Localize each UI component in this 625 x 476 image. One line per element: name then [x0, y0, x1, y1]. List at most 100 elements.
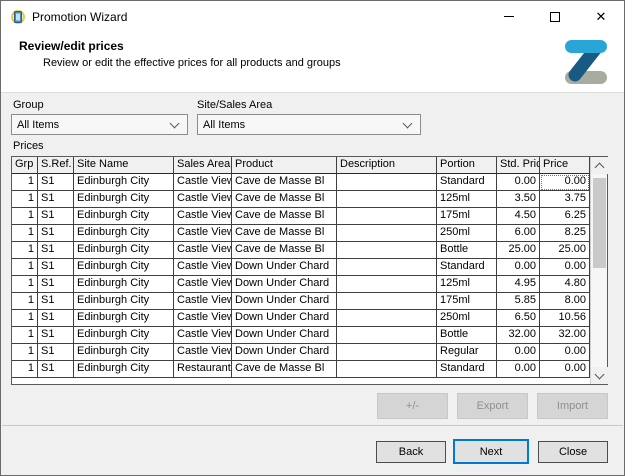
grid-cell-description[interactable] — [337, 191, 437, 208]
grid-cell-std-price[interactable]: 6.00 — [497, 225, 540, 242]
grid-cell-description[interactable] — [337, 310, 437, 327]
grid-cell-grp[interactable]: 1 — [12, 310, 38, 327]
grid-cell-grp[interactable]: 1 — [12, 361, 38, 378]
grid-cell-grp[interactable]: 1 — [12, 327, 38, 344]
grid-cell-product[interactable]: Down Under Chard — [232, 310, 337, 327]
maximize-button[interactable] — [532, 1, 578, 32]
grid-cell-product[interactable]: Cave de Masse Bl — [232, 225, 337, 242]
column-header-portion[interactable]: Portion — [437, 157, 497, 174]
scroll-up-button[interactable] — [591, 157, 608, 174]
grid-cell-sales-area[interactable]: Castle View — [174, 174, 232, 191]
grid-cell-site-name[interactable]: Edinburgh City — [74, 225, 174, 242]
grid-cell-price[interactable]: 4.80 — [540, 276, 590, 293]
grid-cell-grp[interactable]: 1 — [12, 225, 38, 242]
grid-cell-std-price[interactable]: 0.00 — [497, 344, 540, 361]
grid-cell-sales-area[interactable]: Castle View — [174, 208, 232, 225]
grid-cell-grp[interactable]: 1 — [12, 191, 38, 208]
grid-cell-grp[interactable]: 1 — [12, 276, 38, 293]
grid-cell-s-ref[interactable]: S1 — [38, 174, 74, 191]
grid-cell-description[interactable] — [337, 174, 437, 191]
grid-cell-s-ref[interactable]: S1 — [38, 225, 74, 242]
grid-cell-sales-area[interactable]: Castle View — [174, 344, 232, 361]
grid-cell-price[interactable]: 3.75 — [540, 191, 590, 208]
grid-cell-sales-area[interactable]: Castle View — [174, 310, 232, 327]
grid-cell-price[interactable]: 0.00 — [540, 361, 590, 378]
grid-cell-price[interactable]: 8.00 — [540, 293, 590, 310]
grid-cell-description[interactable] — [337, 276, 437, 293]
grid-cell-price[interactable]: 0.00 — [540, 174, 590, 191]
grid-cell-s-ref[interactable]: S1 — [38, 293, 74, 310]
grid-cell-portion[interactable]: 175ml — [437, 293, 497, 310]
close-dialog-button[interactable]: Close — [538, 441, 608, 463]
grid-cell-site-name[interactable]: Edinburgh City — [74, 276, 174, 293]
grid-cell-product[interactable]: Cave de Masse Bl — [232, 242, 337, 259]
plus-minus-button[interactable]: +/- — [377, 393, 448, 419]
grid-cell-s-ref[interactable]: S1 — [38, 327, 74, 344]
grid-cell-portion[interactable]: Standard — [437, 259, 497, 276]
grid-cell-price[interactable]: 0.00 — [540, 344, 590, 361]
grid-cell-site-name[interactable]: Edinburgh City — [74, 310, 174, 327]
grid-cell-portion[interactable]: 175ml — [437, 208, 497, 225]
grid-cell-site-name[interactable]: Edinburgh City — [74, 259, 174, 276]
grid-cell-portion[interactable]: Bottle — [437, 327, 497, 344]
vertical-scrollbar[interactable] — [590, 157, 607, 384]
grid-cell-std-price[interactable]: 6.50 — [497, 310, 540, 327]
grid-cell-s-ref[interactable]: S1 — [38, 259, 74, 276]
column-header-grp[interactable]: Grp — [12, 157, 38, 174]
grid-cell-price[interactable]: 32.00 — [540, 327, 590, 344]
grid-cell-grp[interactable]: 1 — [12, 259, 38, 276]
grid-cell-price[interactable]: 25.00 — [540, 242, 590, 259]
grid-cell-site-name[interactable]: Edinburgh City — [74, 242, 174, 259]
grid-cell-std-price[interactable]: 3.50 — [497, 191, 540, 208]
grid-cell-sales-area[interactable]: Castle View — [174, 327, 232, 344]
export-button[interactable]: Export — [457, 393, 528, 419]
grid-cell-portion[interactable]: 125ml — [437, 276, 497, 293]
grid-cell-portion[interactable]: Regular — [437, 344, 497, 361]
minimize-button[interactable] — [486, 1, 532, 32]
grid-cell-sales-area[interactable]: Castle View — [174, 242, 232, 259]
grid-cell-description[interactable] — [337, 225, 437, 242]
grid-cell-product[interactable]: Down Under Chard — [232, 259, 337, 276]
grid-cell-site-name[interactable]: Edinburgh City — [74, 208, 174, 225]
grid-cell-site-name[interactable]: Edinburgh City — [74, 361, 174, 378]
grid-cell-portion[interactable]: 250ml — [437, 225, 497, 242]
column-header-sales-area[interactable]: Sales Area — [174, 157, 232, 174]
grid-cell-portion[interactable]: 250ml — [437, 310, 497, 327]
grid-cell-sales-area[interactable]: Castle View — [174, 259, 232, 276]
grid-cell-s-ref[interactable]: S1 — [38, 191, 74, 208]
grid-cell-site-name[interactable]: Edinburgh City — [74, 293, 174, 310]
grid-cell-s-ref[interactable]: S1 — [38, 344, 74, 361]
grid-cell-product[interactable]: Down Under Chard — [232, 327, 337, 344]
grid-cell-grp[interactable]: 1 — [12, 242, 38, 259]
column-header-std-price[interactable]: Std. Price — [497, 157, 540, 174]
grid-cell-std-price[interactable]: 25.00 — [497, 242, 540, 259]
grid-cell-price[interactable]: 6.25 — [540, 208, 590, 225]
grid-cell-sales-area[interactable]: Castle View — [174, 191, 232, 208]
grid-cell-description[interactable] — [337, 293, 437, 310]
grid-cell-grp[interactable]: 1 — [12, 344, 38, 361]
back-button[interactable]: Back — [376, 441, 446, 463]
import-button[interactable]: Import — [537, 393, 608, 419]
site-sales-area-dropdown[interactable]: All Items — [197, 114, 421, 135]
grid-cell-std-price[interactable]: 0.00 — [497, 361, 540, 378]
grid-cell-sales-area[interactable]: Castle View — [174, 276, 232, 293]
grid-cell-description[interactable] — [337, 259, 437, 276]
grid-cell-description[interactable] — [337, 208, 437, 225]
grid-cell-product[interactable]: Cave de Masse Bl — [232, 361, 337, 378]
column-header-site-name[interactable]: Site Name — [74, 157, 174, 174]
grid-cell-sales-area[interactable]: Castle View — [174, 293, 232, 310]
group-dropdown[interactable]: All Items — [11, 114, 188, 135]
grid-cell-site-name[interactable]: Edinburgh City — [74, 344, 174, 361]
scrollbar-thumb[interactable] — [593, 178, 606, 268]
grid-cell-portion[interactable]: Standard — [437, 361, 497, 378]
grid-cell-s-ref[interactable]: S1 — [38, 208, 74, 225]
grid-cell-s-ref[interactable]: S1 — [38, 310, 74, 327]
grid-cell-std-price[interactable]: 32.00 — [497, 327, 540, 344]
grid-cell-grp[interactable]: 1 — [12, 208, 38, 225]
grid-cell-description[interactable] — [337, 327, 437, 344]
grid-cell-s-ref[interactable]: S1 — [38, 276, 74, 293]
grid-cell-grp[interactable]: 1 — [12, 293, 38, 310]
grid-cell-grp[interactable]: 1 — [12, 174, 38, 191]
column-header-product[interactable]: Product — [232, 157, 337, 174]
grid-cell-site-name[interactable]: Edinburgh City — [74, 174, 174, 191]
